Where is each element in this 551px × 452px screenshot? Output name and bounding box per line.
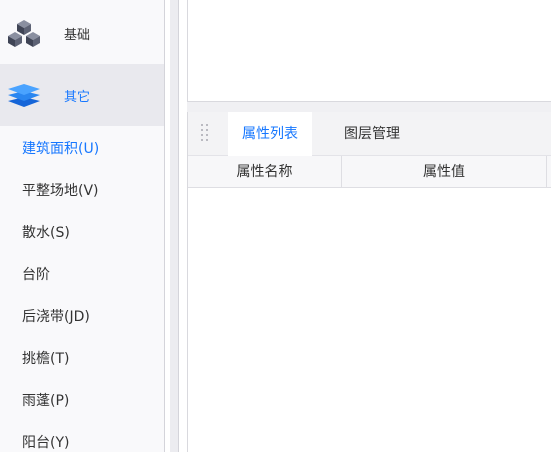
category-label: 其它 (64, 89, 91, 105)
divider (164, 0, 165, 452)
category-label: 基础 (64, 27, 91, 43)
column-header-property-name[interactable]: 属性名称 (188, 156, 342, 188)
sidebar-item-balcony[interactable]: 阳台(Y) (22, 432, 69, 452)
layers-icon (8, 84, 40, 107)
tab-property-list[interactable]: 属性列表 (228, 112, 312, 156)
tab-layer-management[interactable]: 图层管理 (330, 112, 414, 156)
sidebar-item-site-leveling[interactable]: 平整场地(V) (22, 180, 99, 200)
category-other[interactable]: 其它 (0, 64, 164, 126)
panel-tab-bar: 属性列表 图层管理 (188, 112, 551, 156)
component-sidebar: 基础 其它 建筑面积(U) 平整场地(V) 散水(S) 台阶 后浇带(JD) 挑… (0, 0, 164, 452)
cubes-icon (8, 20, 40, 47)
sidebar-scrollbar[interactable] (170, 0, 178, 452)
sidebar-item-cornice[interactable]: 挑檐(T) (22, 348, 69, 368)
property-table-header: 属性名称 属性值 (188, 156, 551, 188)
sidebar-item-apron[interactable]: 散水(S) (22, 222, 70, 242)
sidebar-item-post-cast-strip[interactable]: 后浇带(JD) (22, 306, 90, 326)
divider (178, 0, 179, 452)
sidebar-item-building-area[interactable]: 建筑面积(U) (22, 138, 99, 158)
properties-panel: 属性列表 图层管理 属性名称 属性值 (187, 112, 551, 452)
column-header-property-value[interactable]: 属性值 (342, 156, 547, 188)
sidebar-item-steps[interactable]: 台阶 (22, 264, 50, 284)
category-basic[interactable]: 基础 (0, 2, 164, 64)
drag-handle-icon[interactable] (201, 124, 209, 142)
component-list-pane (187, 0, 551, 102)
panel-splitter[interactable] (187, 102, 551, 112)
sidebar-item-canopy[interactable]: 雨蓬(P) (22, 390, 69, 410)
